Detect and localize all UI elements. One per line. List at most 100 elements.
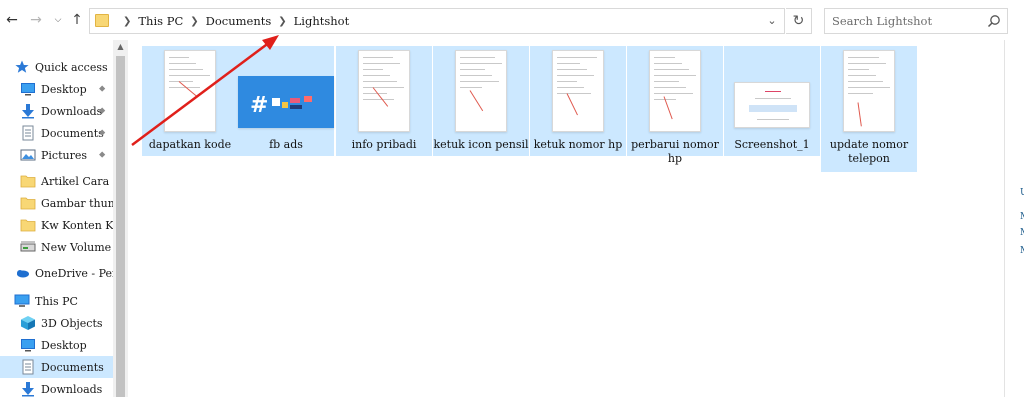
navigation-pane: Quick access Desktop ⬥ Downloads ⬥ Documents ⬥…	[0, 40, 128, 397]
edge-letter: M	[1020, 246, 1024, 256]
crumb-documents[interactable]: Documents	[206, 14, 272, 28]
file-name: dapatkan kode	[148, 138, 232, 151]
sidebar-item-downloads[interactable]: Downloads	[0, 378, 113, 397]
sidebar-item-pictures[interactable]: Pictures ⬥	[0, 144, 113, 166]
sidebar-item-new-volume-g[interactable]: New Volume (G	[0, 236, 113, 258]
chevron-right-icon[interactable]: ❯	[190, 16, 198, 27]
sidebar-item-3d-objects[interactable]: 3D Objects	[0, 312, 113, 334]
drive-icon	[20, 239, 36, 255]
document-icon	[20, 359, 36, 375]
sidebar-item-label: Documents	[41, 360, 104, 374]
address-dropdown-button[interactable]: ⌄	[762, 9, 782, 33]
edge-letter: M	[1020, 212, 1024, 222]
sidebar-item-documents[interactable]: Documents ⬥	[0, 122, 113, 144]
sidebar-item-artikel-cara[interactable]: Artikel Cara	[0, 170, 113, 192]
file-thumbnail	[732, 50, 812, 134]
sidebar-item-label: New Volume (G	[41, 240, 113, 254]
search-input[interactable]: Search Lightshot	[824, 8, 1008, 34]
sidebar-item-documents[interactable]: Documents	[0, 356, 113, 378]
file-thumbnail: #	[238, 50, 334, 134]
file-name: info pribadi	[351, 138, 417, 151]
cube-icon	[20, 315, 36, 331]
file-name: ketuk nomor hp	[533, 138, 623, 151]
search-icon	[987, 15, 1000, 28]
file-item[interactable]: ketuk icon pensil	[433, 46, 529, 156]
forward-button[interactable]: →	[26, 10, 46, 30]
folder-icon	[95, 14, 109, 27]
arrow-up-icon: ↑	[71, 12, 83, 28]
pin-icon: ⬥	[99, 150, 106, 160]
arrow-left-icon: ←	[6, 12, 18, 28]
download-icon	[20, 103, 36, 119]
recent-locations-button[interactable]: ⌵	[51, 10, 65, 30]
desktop-icon	[20, 337, 36, 353]
sidebar-scrollbar[interactable]: ▲	[113, 40, 128, 397]
chevron-down-icon: ⌵	[54, 15, 62, 25]
navigation-bar: ← → ⌵ ↑ ❯ This PC ❯ Documents ❯ Lightsho…	[0, 0, 1024, 40]
sidebar-item-label: Downloads	[41, 382, 103, 396]
sidebar-item-onedrive-perso[interactable]: OneDrive - Perso	[0, 262, 113, 284]
sidebar-item-gambar-thumbn[interactable]: Gambar thumbn	[0, 192, 113, 214]
breadcrumb: ❯ This PC ❯ Documents ❯ Lightshot	[116, 9, 349, 33]
folder-icon	[20, 195, 36, 211]
back-button[interactable]: ←	[2, 10, 22, 30]
svg-text:#: #	[250, 93, 268, 118]
cloud-icon	[14, 265, 30, 281]
scroll-up-icon[interactable]: ▲	[113, 42, 128, 51]
scrollbar-thumb[interactable]	[116, 56, 125, 397]
sidebar-item-label: Desktop	[41, 338, 87, 352]
file-item[interactable]: ketuk nomor hp	[530, 46, 626, 156]
file-name: fb ads	[269, 138, 303, 151]
pin-icon: ⬥	[99, 84, 106, 94]
pictures-icon	[20, 147, 36, 163]
file-thumbnail	[441, 50, 521, 134]
sidebar-item-desktop[interactable]: Desktop ⬥	[0, 78, 113, 100]
file-thumbnail	[150, 50, 230, 134]
file-item[interactable]: perbarui nomor hp	[627, 46, 723, 165]
background-window-edge: U M M M	[1004, 40, 1024, 397]
sidebar-item-kw-konten-ku[interactable]: Kw Konten Ku	[0, 214, 113, 236]
search-placeholder: Search Lightshot	[832, 14, 933, 28]
sidebar-item-downloads[interactable]: Downloads ⬥	[0, 100, 113, 122]
folder-icon	[20, 173, 36, 189]
sidebar-item-this-pc[interactable]: This PC	[0, 290, 113, 312]
sidebar-item-label: Quick access	[35, 60, 108, 74]
file-thumbnail	[538, 50, 618, 134]
sidebar-item-desktop[interactable]: Desktop	[0, 334, 113, 356]
file-item[interactable]: info pribadi	[336, 46, 432, 156]
file-item[interactable]: Screenshot_1	[724, 46, 820, 156]
file-thumbnail	[635, 50, 715, 134]
file-thumbnail	[829, 50, 909, 134]
crumb-this-pc[interactable]: This PC	[138, 14, 183, 28]
edge-letter: U	[1020, 188, 1024, 198]
chevron-right-icon: ❯	[123, 15, 132, 27]
crumb-lightshot[interactable]: Lightshot	[294, 14, 350, 28]
chevron-right-icon[interactable]: ❯	[278, 16, 286, 27]
file-item[interactable]: # fb ads	[238, 46, 334, 156]
sidebar-item-label: Kw Konten Ku	[41, 218, 113, 232]
file-name: perbarui nomor hp	[631, 138, 719, 165]
sidebar-item-label: Documents	[41, 126, 104, 140]
pin-icon: ⬥	[99, 106, 106, 116]
arrow-right-icon: →	[30, 12, 42, 28]
sidebar-item-label: Pictures	[41, 148, 87, 162]
folder-icon	[20, 217, 36, 233]
sidebar-item-label: This PC	[35, 294, 78, 308]
file-item[interactable]: update nomor telepon	[821, 46, 917, 172]
sidebar-item-label: Desktop	[41, 82, 87, 96]
sidebar-item-quick-access[interactable]: Quick access	[0, 56, 113, 78]
download-icon	[20, 381, 36, 397]
up-button[interactable]: ↑	[68, 10, 86, 30]
file-name: update nomor telepon	[829, 138, 909, 165]
file-item[interactable]: dapatkan kode	[142, 46, 238, 156]
chevron-down-icon: ⌄	[767, 14, 777, 27]
file-thumbnail	[344, 50, 424, 134]
sidebar-item-label: OneDrive - Perso	[35, 266, 113, 280]
star-icon	[14, 59, 30, 75]
file-name: Screenshot_1	[734, 138, 810, 151]
document-icon	[20, 125, 36, 141]
pin-icon: ⬥	[99, 128, 106, 138]
address-bar[interactable]: ❯ This PC ❯ Documents ❯ Lightshot ⌄	[89, 8, 785, 34]
refresh-button[interactable]: ↻	[786, 8, 812, 34]
sidebar-item-label: Gambar thumbn	[41, 196, 113, 210]
